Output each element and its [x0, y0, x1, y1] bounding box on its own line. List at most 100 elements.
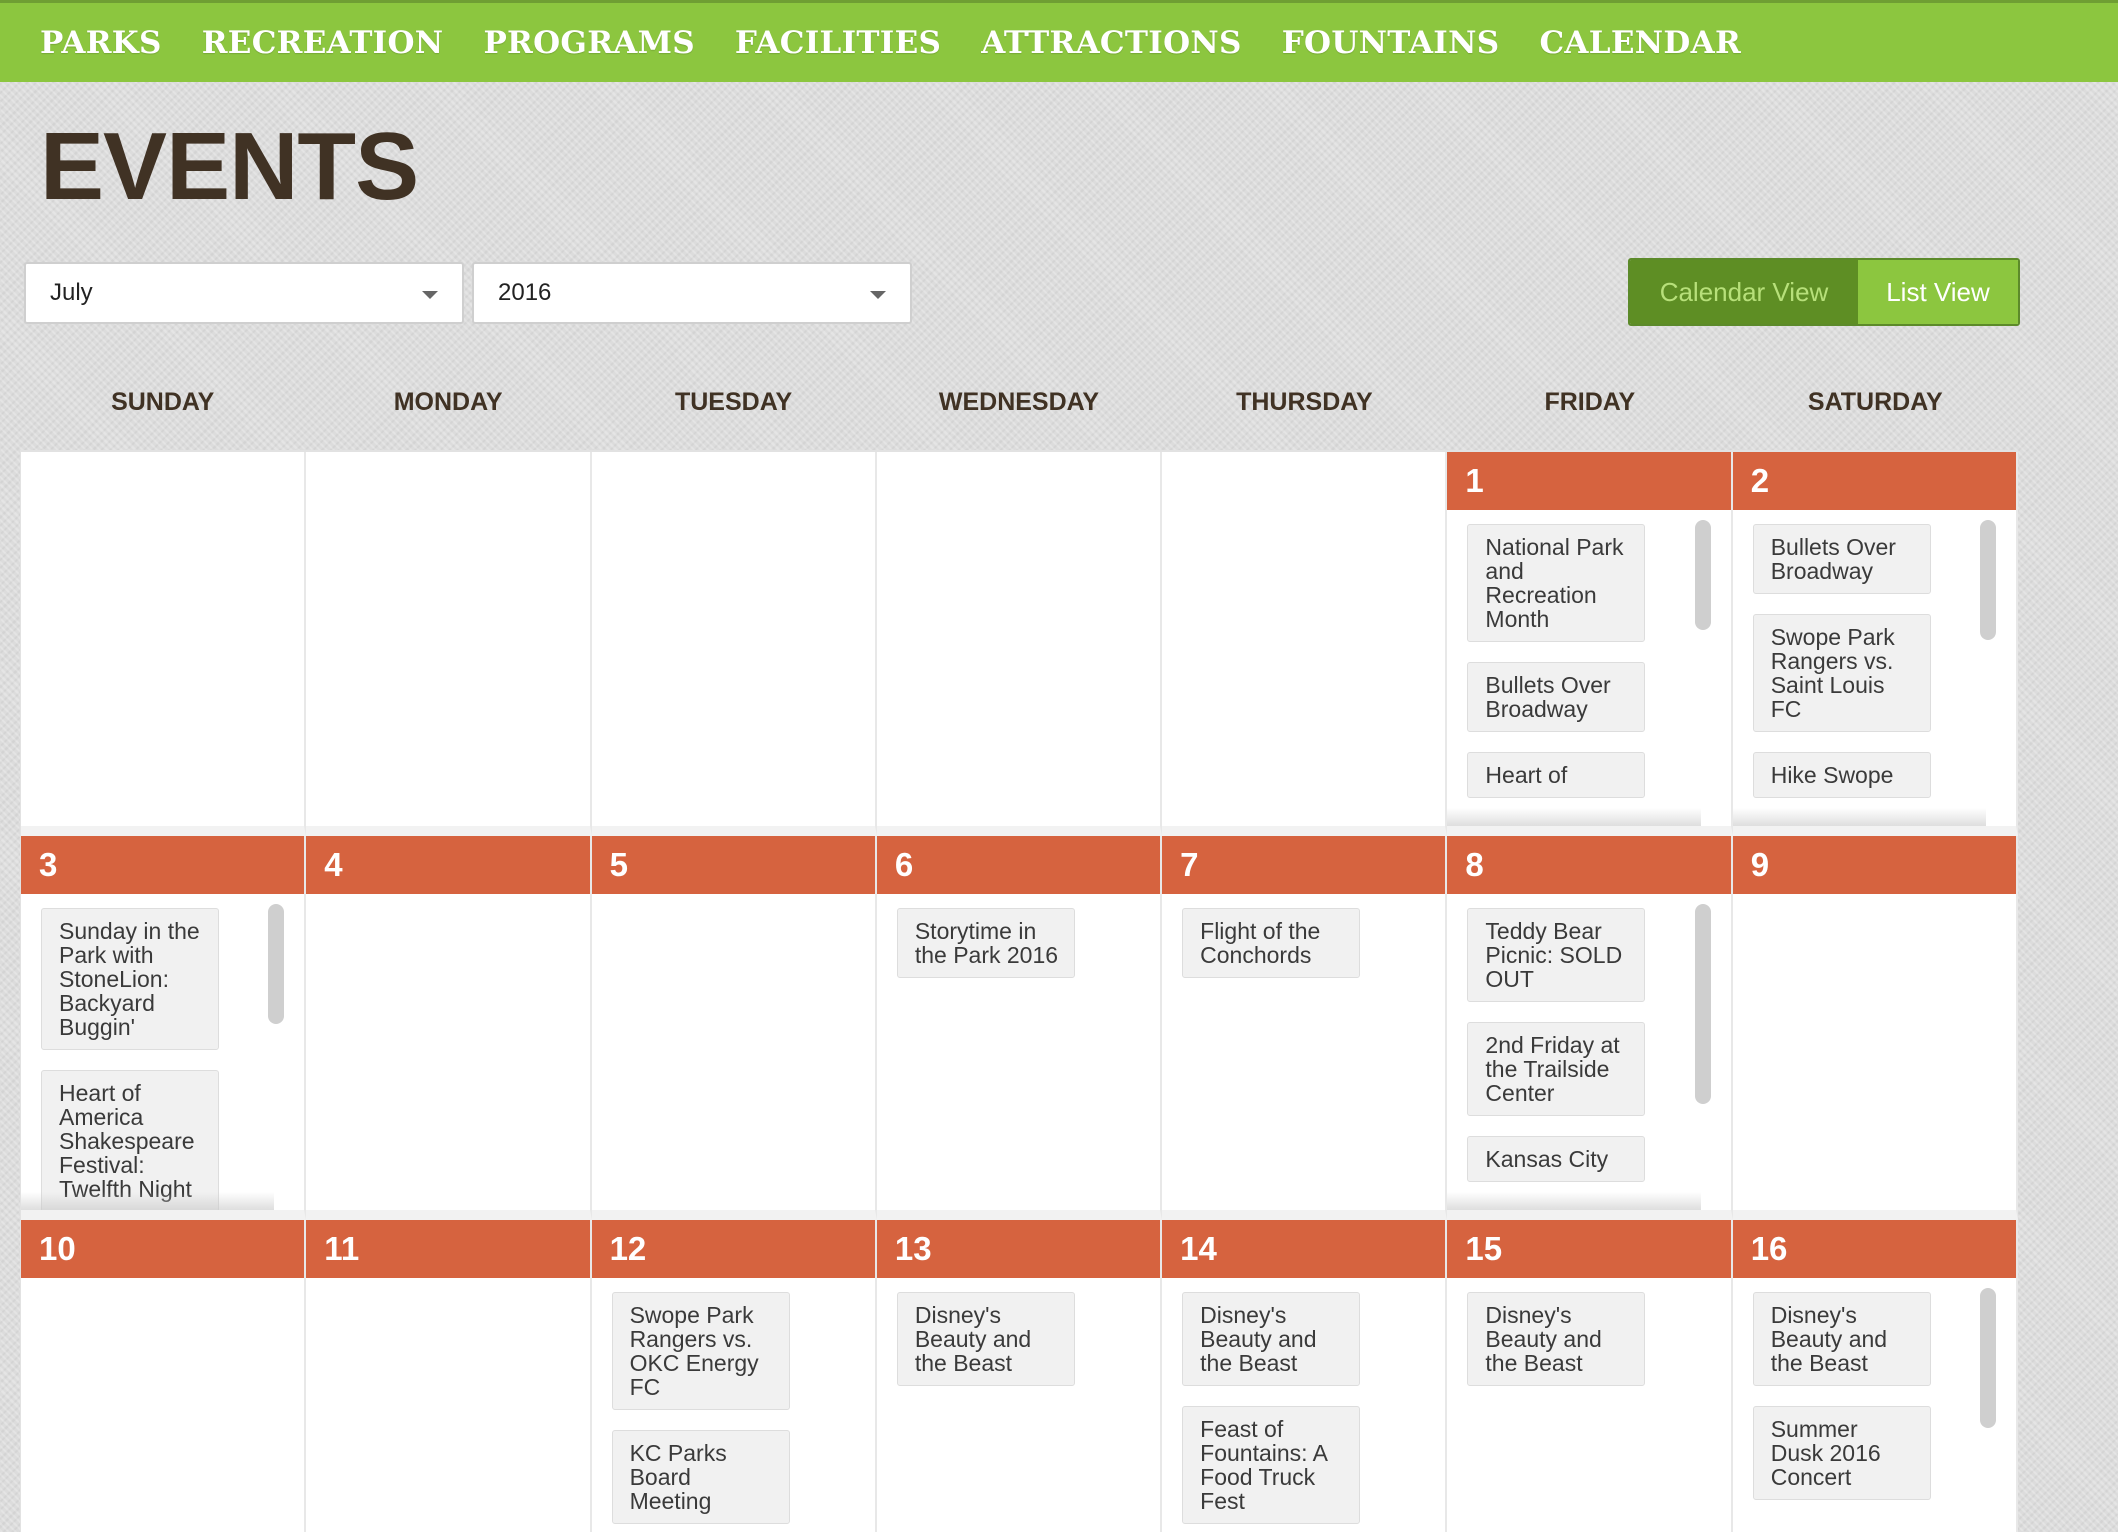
event-item[interactable]: Flight of the Conchords — [1182, 908, 1361, 978]
day-number: 4 — [306, 836, 590, 894]
nav-item-attractions[interactable]: ATTRACTIONS — [981, 25, 1241, 61]
calendar-day-cell — [876, 452, 1163, 836]
event-item[interactable]: Disney's Beauty and the Beast — [1752, 1292, 1931, 1386]
event-list-scrollbar[interactable] — [1979, 1288, 1996, 1428]
top-nav: PARKS RECREATION PROGRAMS FACILITIES ATT… — [0, 0, 2118, 82]
calendar-day-cell[interactable]: 1 National Park and Recreation Month Bulle… — [1447, 452, 1733, 836]
day-number: 1 — [1447, 452, 1731, 510]
event-list: Swope Park Rangers vs. OKC Energy FC KC P… — [592, 1278, 875, 1524]
event-item[interactable]: 2nd Friday at the Trailside Center — [1467, 1022, 1646, 1116]
event-list: Sunday in the Park with StoneLion: Backy… — [21, 894, 304, 1210]
event-item[interactable]: Heart of — [1467, 752, 1646, 798]
overflow-fade — [1732, 808, 1986, 826]
nav-item-programs[interactable]: PROGRAMS — [483, 25, 694, 61]
event-list — [592, 894, 875, 908]
day-number: 3 — [21, 836, 305, 894]
event-item[interactable]: Disney's Beauty and the Beast — [1467, 1292, 1646, 1386]
event-item[interactable]: Swope Park Rangers vs. OKC Energy FC — [611, 1292, 790, 1410]
event-list: Flight of the Conchords — [1162, 894, 1445, 978]
page-title: EVENTS — [40, 113, 419, 220]
calendar-day-cell[interactable]: 14 Disney's Beauty and the Beast Feast of … — [1162, 1220, 1448, 1532]
day-number: 5 — [591, 836, 875, 894]
weekday-sunday: SUNDAY — [111, 388, 215, 416]
nav-item-calendar[interactable]: CALENDAR — [1539, 25, 1741, 61]
event-list-scrollbar[interactable] — [1694, 520, 1711, 630]
event-list — [306, 894, 589, 908]
month-select[interactable]: July — [24, 262, 464, 324]
event-item[interactable]: Hike Swope — [1752, 752, 1931, 798]
event-item[interactable]: Storytime in the Park 2016 — [896, 908, 1075, 978]
overflow-fade — [21, 1192, 275, 1210]
event-item[interactable]: Swope Park Rangers vs. Saint Louis FC — [1752, 614, 1931, 732]
event-list: Teddy Bear Picnic: SOLD OUT 2nd Friday at… — [1447, 894, 1730, 1182]
overflow-fade — [1447, 808, 1701, 826]
calendar-day-cell[interactable]: 15 Disney's Beauty and the Beast — [1447, 1220, 1733, 1532]
event-list: Disney's Beauty and the Beast — [877, 1278, 1160, 1386]
month-select-value: July — [50, 279, 93, 306]
day-number: 2 — [1732, 452, 2016, 510]
event-list: National Park and Recreation Month Bullet… — [1447, 510, 1730, 798]
calendar-day-cell[interactable]: 11 — [306, 1220, 592, 1532]
year-select-value: 2016 — [498, 279, 552, 306]
chevron-down-icon — [422, 291, 438, 299]
event-list: Storytime in the Park 2016 — [877, 894, 1160, 978]
day-number: 6 — [876, 836, 1161, 894]
calendar-day-cell — [591, 452, 877, 836]
event-item[interactable]: Feast of Fountains: A Food Truck Fest — [1182, 1406, 1361, 1524]
event-item[interactable]: Bullets Over Broadway — [1752, 524, 1931, 594]
weekday-wednesday: WEDNESDAY — [938, 388, 1100, 416]
weekday-thursday: THURSDAY — [1236, 388, 1373, 416]
event-list: Disney's Beauty and the Beast Summer Dusk… — [1733, 1278, 2016, 1500]
nav-item-recreation[interactable]: RECREATION — [202, 25, 444, 61]
chevron-down-icon — [870, 291, 886, 299]
calendar-day-cell[interactable]: 6 Storytime in the Park 2016 — [876, 836, 1163, 1220]
day-number: 16 — [1732, 1220, 2016, 1278]
event-item[interactable]: Teddy Bear Picnic: SOLD OUT — [1467, 908, 1646, 1002]
event-list-scrollbar[interactable] — [1979, 520, 1996, 640]
calendar-day-cell[interactable]: 10 — [21, 1220, 307, 1532]
day-number: 13 — [876, 1220, 1161, 1278]
event-item[interactable]: KC Parks Board Meeting — [611, 1430, 790, 1524]
calendar-day-cell[interactable]: 9 — [1732, 836, 2018, 1220]
event-item[interactable]: Sunday in the Park with StoneLion: Backy… — [41, 908, 219, 1050]
calendar-day-cell[interactable]: 7 Flight of the Conchords — [1162, 836, 1448, 1220]
calendar-day-cell[interactable]: 13 Disney's Beauty and the Beast — [876, 1220, 1163, 1532]
event-item[interactable]: Bullets Over Broadway — [1467, 662, 1646, 732]
overflow-fade — [1447, 1192, 1701, 1210]
weekday-tuesday: TUESDAY — [674, 388, 793, 416]
event-list: Disney's Beauty and the Beast — [1447, 1278, 1730, 1386]
calendar-day-cell — [1162, 452, 1448, 836]
weekday-saturday: SATURDAY — [1807, 388, 1943, 416]
nav-item-fountains[interactable]: FOUNTAINS — [1282, 25, 1500, 61]
year-select[interactable]: 2016 — [472, 262, 912, 324]
day-number: 15 — [1447, 1220, 1731, 1278]
event-item[interactable]: Disney's Beauty and the Beast — [896, 1292, 1075, 1386]
weekday-friday: FRIDAY — [1544, 388, 1636, 416]
event-list — [306, 1278, 589, 1292]
calendar-day-cell[interactable]: 8 Teddy Bear Picnic: SOLD OUT 2nd Friday a… — [1447, 836, 1733, 1220]
event-list: Disney's Beauty and the Beast Feast of Fo… — [1162, 1278, 1445, 1524]
calendar-day-cell[interactable]: 16 Disney's Beauty and the Beast Summer Du… — [1732, 1220, 2018, 1532]
calendar-day-cell[interactable]: 12 Swope Park Rangers vs. OKC Energy FC KC… — [591, 1220, 877, 1532]
calendar-day-cell[interactable]: 3 Sunday in the Park with StoneLion: Back… — [21, 836, 307, 1220]
nav-item-parks[interactable]: PARKS — [40, 25, 162, 61]
event-list-scrollbar[interactable] — [268, 904, 285, 1024]
event-item[interactable]: Summer Dusk 2016 Concert — [1752, 1406, 1931, 1500]
weekday-header-row: SUNDAY MONDAY TUESDAY WEDNESDAY THURSDAY… — [20, 388, 2018, 428]
event-list: Bullets Over Broadway Swope Park Rangers … — [1733, 510, 2016, 798]
event-item[interactable]: Heart of America Shakespeare Festival: T… — [41, 1070, 219, 1210]
event-item[interactable]: National Park and Recreation Month — [1467, 524, 1646, 642]
day-number: 9 — [1732, 836, 2016, 894]
day-number: 8 — [1447, 836, 1731, 894]
weekday-monday: MONDAY — [393, 388, 503, 416]
calendar-day-cell[interactable]: 5 — [591, 836, 877, 1220]
event-list-scrollbar[interactable] — [1694, 904, 1711, 1104]
calendar-day-cell[interactable]: 4 — [306, 836, 592, 1220]
event-item[interactable]: Kansas City — [1467, 1136, 1646, 1182]
list-view-button[interactable]: List View — [1858, 260, 2018, 324]
nav-item-facilities[interactable]: FACILITIES — [735, 25, 941, 61]
calendar-day-cell[interactable]: 2 Bullets Over Broadway Swope Park Rangers… — [1732, 452, 2018, 836]
calendar-view-button[interactable]: Calendar View — [1630, 260, 1858, 324]
event-item[interactable]: Disney's Beauty and the Beast — [1182, 1292, 1361, 1386]
day-number: 7 — [1162, 836, 1446, 894]
